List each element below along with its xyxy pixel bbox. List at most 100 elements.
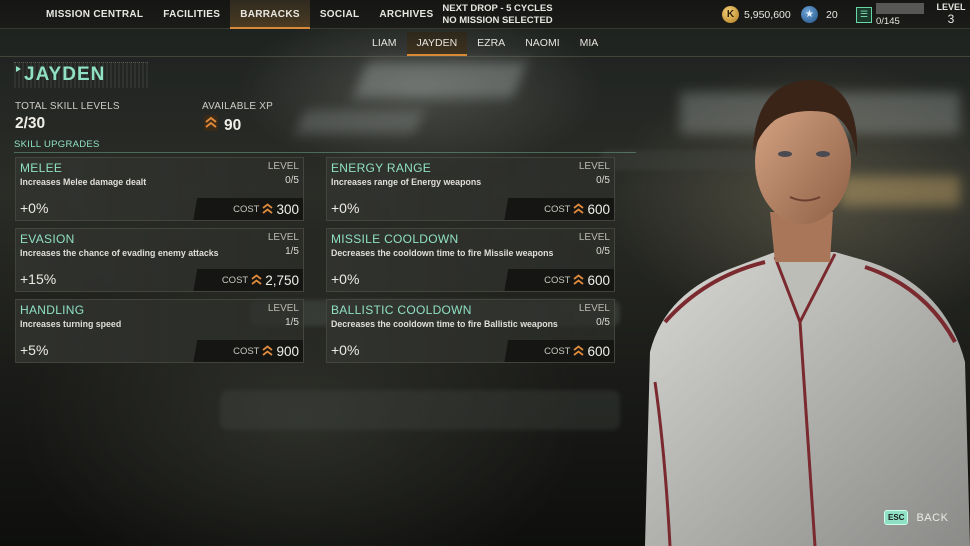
skill-cost[interactable]: COST 900 — [183, 340, 303, 362]
skill-level-label: LEVEL — [578, 303, 610, 314]
cost-value: 600 — [587, 272, 610, 288]
xp-chevron-icon — [262, 203, 274, 214]
pilot-tabs: LIAM JAYDEN EZRA NAOMI MIA — [362, 32, 608, 56]
skill-card-handling[interactable]: HANDLING Increases turning speed LEVEL 1… — [15, 299, 304, 363]
xp-chevron-icon — [204, 115, 218, 136]
nav-barracks[interactable]: BARRACKS — [230, 0, 310, 29]
skill-level-value: 0/5 — [596, 317, 610, 328]
skill-level-value: 0/5 — [596, 175, 610, 186]
tab-divider — [0, 56, 970, 57]
pilot-name-block: JAYDEN — [14, 62, 148, 88]
skill-level-value: 0/5 — [596, 246, 610, 257]
skill-bonus: +15% — [20, 271, 57, 287]
cost-label: COST — [233, 345, 260, 357]
skill-level-label: LEVEL — [578, 232, 610, 243]
credits-display: K 5,950,600 — [722, 0, 791, 29]
xp-chevron-icon — [573, 203, 585, 214]
pilot-name: JAYDEN — [24, 64, 106, 85]
top-bar: MISSION CENTRAL FACILITIES BARRACKS SOCI… — [0, 0, 970, 29]
skill-level-label: LEVEL — [267, 232, 299, 243]
xp-chevron-icon — [573, 345, 585, 356]
skill-description: Increases the chance of evading enemy at… — [20, 248, 219, 258]
xp-chevron-icon — [262, 345, 274, 356]
stars-display: ★ 20 — [801, 0, 838, 29]
pilots-display: ☰ 0/145 — [856, 0, 924, 29]
skill-level-label: LEVEL — [267, 303, 299, 314]
section-divider — [14, 152, 636, 153]
credits-value: 5,950,600 — [744, 8, 791, 21]
cost-label: COST — [233, 203, 260, 215]
skill-card-missile-cooldown[interactable]: MISSILE COOLDOWN Decreases the cooldown … — [326, 228, 615, 292]
skill-title: ENERGY RANGE — [331, 161, 432, 175]
nav-mission-central[interactable]: MISSION CENTRAL — [36, 0, 153, 29]
total-skill-label: TOTAL SKILL LEVELS — [15, 101, 120, 112]
skill-title: MISSILE COOLDOWN — [331, 232, 459, 246]
tab-mia[interactable]: MIA — [570, 32, 609, 56]
skill-cost[interactable]: COST 2,750 — [183, 269, 303, 291]
name-arrow-icon — [16, 66, 21, 72]
skill-title: BALLISTIC COOLDOWN — [331, 303, 472, 317]
skill-description: Decreases the cooldown time to fire Ball… — [331, 319, 558, 329]
cost-label: COST — [544, 274, 571, 286]
skill-card-ballistic-cooldown[interactable]: BALLISTIC COOLDOWN Decreases the cooldow… — [326, 299, 615, 363]
background-pipe — [220, 390, 620, 430]
progress-bar — [876, 2, 924, 14]
player-level: LEVEL 3 — [934, 1, 968, 25]
xp-chevron-icon — [251, 274, 262, 285]
pilots-value: 0/145 — [876, 15, 900, 27]
stars-value: 20 — [826, 8, 838, 21]
cost-label: COST — [544, 345, 571, 357]
skill-level-value: 0/5 — [285, 175, 299, 186]
skill-level-value: 1/5 — [285, 317, 299, 328]
cost-value: 300 — [276, 201, 299, 217]
skill-upgrades-title: SKILL UPGRADES — [14, 139, 100, 150]
cost-label: COST — [544, 203, 571, 215]
cost-label: COST — [221, 274, 249, 286]
star-badge-icon: ★ — [801, 6, 818, 23]
cost-value: 600 — [587, 201, 610, 217]
xp-chevron-icon — [573, 274, 585, 285]
available-xp: 90 — [204, 115, 241, 136]
skill-title: EVASION — [20, 232, 75, 246]
esc-key-icon: ESC — [884, 510, 909, 525]
available-xp-label: AVAILABLE XP — [202, 101, 273, 112]
skill-level-label: LEVEL — [267, 161, 299, 172]
cost-value: 2,750 — [265, 272, 299, 288]
nav-facilities[interactable]: FACILITIES — [153, 0, 230, 29]
skill-level-label: LEVEL — [578, 161, 610, 172]
next-drop-text: NEXT DROP - 5 CYCLES — [442, 3, 553, 14]
skill-card-melee[interactable]: MELEE Increases Melee damage dealt LEVEL… — [15, 157, 304, 221]
pilot-portrait — [625, 62, 970, 546]
skill-cost[interactable]: COST 600 — [494, 340, 614, 362]
credits-coin-icon: K — [722, 6, 739, 23]
pilot-rank-icon: ☰ — [856, 6, 872, 23]
skill-bonus: +5% — [20, 342, 49, 358]
tab-naomi[interactable]: NAOMI — [515, 32, 569, 56]
pilot-portrait-image — [645, 80, 970, 546]
skill-description: Decreases the cooldown time to fire Miss… — [331, 248, 554, 258]
skill-bonus: +0% — [331, 342, 360, 358]
skill-card-evasion[interactable]: EVASION Increases the chance of evading … — [15, 228, 304, 292]
skill-card-energy-range[interactable]: ENERGY RANGE Increases range of Energy w… — [326, 157, 615, 221]
skill-cost[interactable]: COST 300 — [183, 198, 303, 220]
back-label: BACK — [916, 511, 949, 524]
ceiling-light — [353, 62, 527, 98]
mission-status: NEXT DROP - 5 CYCLES NO MISSION SELECTED — [410, 3, 585, 26]
skill-bonus: +0% — [331, 271, 360, 287]
nav-social[interactable]: SOCIAL — [310, 0, 370, 29]
back-button[interactable]: ESC BACK — [884, 510, 948, 525]
ceiling-light — [295, 110, 425, 134]
main-nav: MISSION CENTRAL FACILITIES BARRACKS SOCI… — [36, 0, 443, 29]
tab-liam[interactable]: LIAM — [362, 32, 407, 56]
skill-cost[interactable]: COST 600 — [494, 269, 614, 291]
available-xp-value: 90 — [224, 116, 242, 134]
tab-jayden[interactable]: JAYDEN — [406, 32, 468, 56]
level-value: 3 — [947, 12, 955, 26]
tab-ezra[interactable]: EZRA — [467, 32, 515, 56]
skill-level-value: 1/5 — [285, 246, 299, 257]
skill-description: Increases turning speed — [20, 319, 122, 329]
skill-cost[interactable]: COST 600 — [494, 198, 614, 220]
skill-bonus: +0% — [20, 200, 49, 216]
total-skill-value: 2/30 — [15, 115, 46, 132]
skill-title: MELEE — [20, 161, 63, 175]
